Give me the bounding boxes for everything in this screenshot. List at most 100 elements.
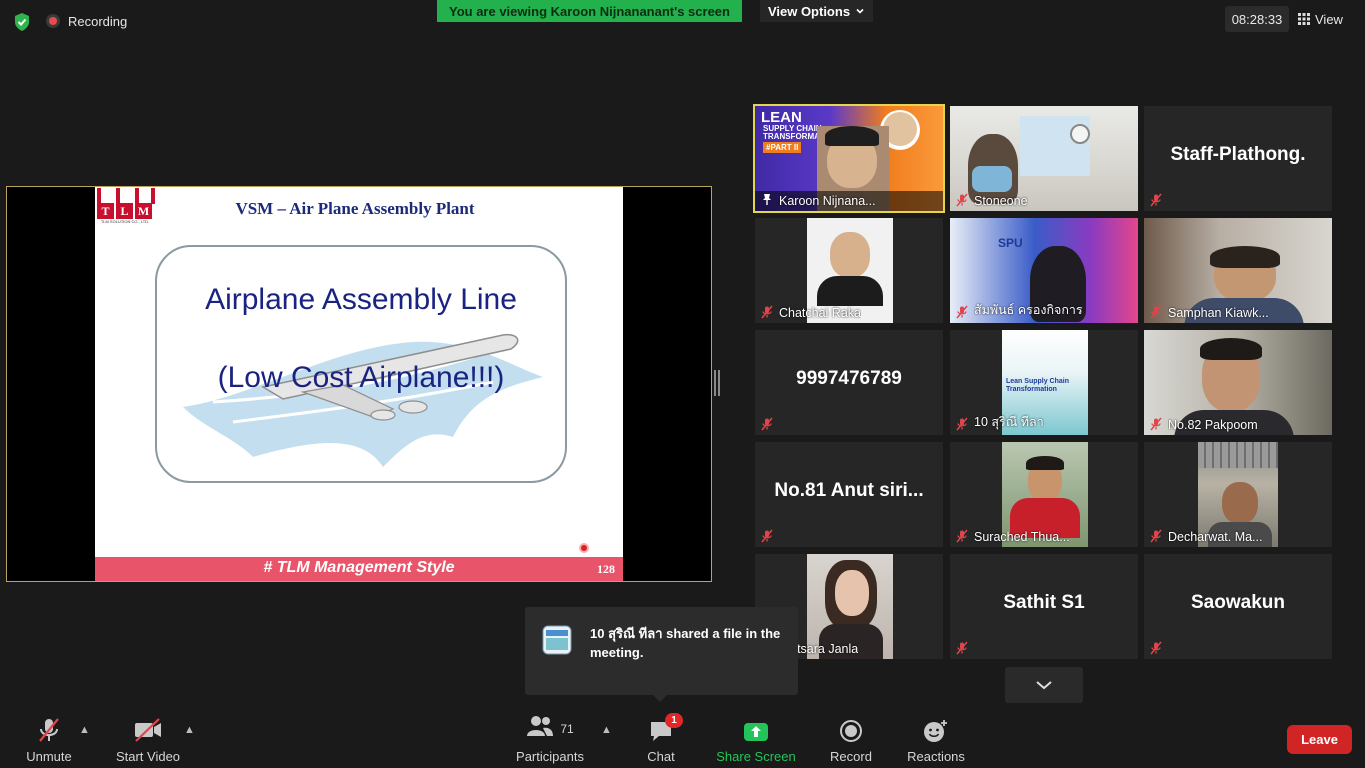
participant-name: Karoon Nijnana... (779, 194, 876, 208)
mic-muted-icon (1150, 529, 1162, 543)
share-screen-button[interactable]: Share Screen (716, 714, 796, 764)
person-shirt (817, 276, 883, 306)
participant-tile[interactable]: Chatchai Raka (755, 218, 943, 323)
notification-pointer (652, 694, 668, 702)
mic-muted-icon (956, 193, 968, 207)
record-icon (840, 720, 862, 742)
person-hair (1026, 456, 1064, 470)
participant-name: Decharwat. Ma... (1168, 530, 1263, 544)
banner-text: #PART II (763, 142, 802, 153)
start-video-label: Start Video (115, 749, 181, 764)
smiley-add-icon (924, 720, 947, 742)
person-hair (1200, 338, 1262, 360)
speaker-hair (825, 126, 879, 146)
next-page-button[interactable] (1005, 667, 1083, 703)
start-video-button[interactable]: Start Video (112, 714, 184, 764)
mic-muted-icon (1150, 641, 1162, 655)
participants-button[interactable]: 71 Participants (510, 714, 590, 764)
presentation-slide: T L M TLM SOLUTION CO., LTD. VSM – Air P… (95, 187, 623, 581)
record-button[interactable]: Record (826, 714, 876, 764)
mic-muted-icon (1150, 193, 1162, 207)
participants-options-caret[interactable]: ▲ (601, 724, 612, 736)
logo-subtitle: TLM SOLUTION CO., LTD. (100, 219, 150, 224)
chat-label: Chat (647, 749, 675, 764)
participants-icon (527, 716, 554, 736)
share-screen-label: Share Screen (716, 749, 796, 764)
participant-name: 10 สุริณี ทีลา (974, 415, 1044, 429)
participant-display-name: Staff-Plathong. (1170, 144, 1306, 165)
mic-muted-icon (956, 305, 968, 319)
leave-button[interactable]: Leave (1287, 725, 1352, 754)
participant-display-name: Sathit S1 (1003, 592, 1085, 613)
participant-name: Surached Thua... (974, 530, 1070, 544)
participant-tile[interactable]: No.81 Anut siri... (755, 442, 943, 547)
audio-options-caret[interactable]: ▲ (79, 724, 90, 736)
participants-icon-group: 71 (526, 715, 574, 743)
chevron-down-icon (1036, 681, 1052, 690)
chevron-down-icon (856, 8, 864, 14)
shared-screen[interactable]: T L M TLM SOLUTION CO., LTD. VSM – Air P… (6, 186, 712, 582)
book-title: Lean Supply Chain Transformation (1006, 378, 1086, 394)
participant-tile[interactable]: LEAN SUPPLY CHAIN TRANSFORMATI #PART II … (753, 104, 945, 213)
participant-name: Stoneone (974, 194, 1028, 208)
meeting-timer: 08:28:33 (1225, 6, 1289, 32)
slide-page-number: 128 (597, 562, 615, 576)
slide-title: VSM – Air Plane Assembly Plant (235, 199, 475, 218)
security-shield-icon[interactable] (12, 12, 32, 32)
unmute-label: Unmute (26, 749, 72, 764)
participant-name: สัมพันธ์ ครองกิจการ (974, 303, 1083, 317)
mic-muted-icon (761, 529, 773, 543)
mic-muted-icon (761, 305, 773, 319)
person-hair (1210, 246, 1280, 268)
participant-tile[interactable]: No.82 Pakpoom (1144, 330, 1332, 435)
participant-display-name: Saowakun (1191, 592, 1285, 613)
view-options-button[interactable]: View Options (760, 0, 873, 22)
participant-tile[interactable]: SPU สัมพันธ์ ครองกิจการ (950, 218, 1138, 323)
file-shared-notification[interactable]: 10 สุริณี ทีลา shared a file in the meet… (525, 607, 798, 695)
panel-splitter-handle[interactable] (714, 370, 720, 396)
book-title-line: Lean Supply Chain (1006, 378, 1070, 385)
reactions-button[interactable]: Reactions (904, 714, 968, 764)
tlm-logo: T L M TLM SOLUTION CO., LTD. (95, 187, 155, 225)
slide-heading: Airplane Assembly Line (205, 283, 517, 316)
ceiling (1198, 442, 1278, 468)
person-face (835, 570, 869, 616)
participant-name: No.82 Pakpoom (1168, 418, 1258, 432)
participants-label: Participants (516, 749, 584, 764)
participant-tile[interactable]: Saowakun (1144, 554, 1332, 659)
participant-tile[interactable]: 9997476789 (755, 330, 943, 435)
slide-footer: # TLM Management Style 128 (95, 557, 623, 581)
participant-tile[interactable]: Sathit S1 (950, 554, 1138, 659)
logo-letter: L (116, 203, 133, 219)
wall-clock (1070, 124, 1090, 144)
participant-display-name: 9997476789 (796, 368, 902, 389)
participant-tile[interactable]: Staff-Plathong. (1144, 106, 1332, 211)
mic-muted-icon (956, 529, 968, 543)
logo-letter: T (97, 203, 114, 219)
banner-text: SPU (998, 236, 1023, 250)
unmute-button[interactable]: Unmute (20, 714, 78, 764)
participant-tile[interactable]: Stoneone (950, 106, 1138, 211)
participant-tile[interactable]: Surached Thua... (950, 442, 1138, 547)
footer-text: # TLM Management Style (263, 559, 455, 576)
view-label: View (1315, 11, 1343, 27)
face-mask (972, 166, 1012, 192)
mic-muted-icon (761, 417, 773, 431)
recording-dot-icon (46, 14, 60, 28)
participant-tile[interactable]: Decharwat. Ma... (1144, 442, 1332, 547)
reactions-label: Reactions (907, 749, 965, 764)
chat-unread-badge: 1 (665, 713, 683, 728)
mic-muted-icon (956, 641, 968, 655)
book-title-line: Transformation (1006, 386, 1057, 393)
logo-letter: M (135, 203, 152, 219)
video-options-caret[interactable]: ▲ (184, 724, 195, 736)
pin-icon (763, 194, 771, 205)
recording-indicator[interactable]: Recording (46, 10, 127, 32)
view-button[interactable]: View (1298, 6, 1354, 32)
grid-icon (1298, 13, 1310, 25)
mic-muted-icon (39, 718, 59, 742)
participant-tile[interactable]: Samphan Kiawk... (1144, 218, 1332, 323)
participant-tile[interactable]: Lean Supply Chain Transformation 10 สุริ… (950, 330, 1138, 435)
participant-display-name: No.81 Anut siri... (774, 480, 924, 501)
record-label: Record (830, 749, 872, 764)
